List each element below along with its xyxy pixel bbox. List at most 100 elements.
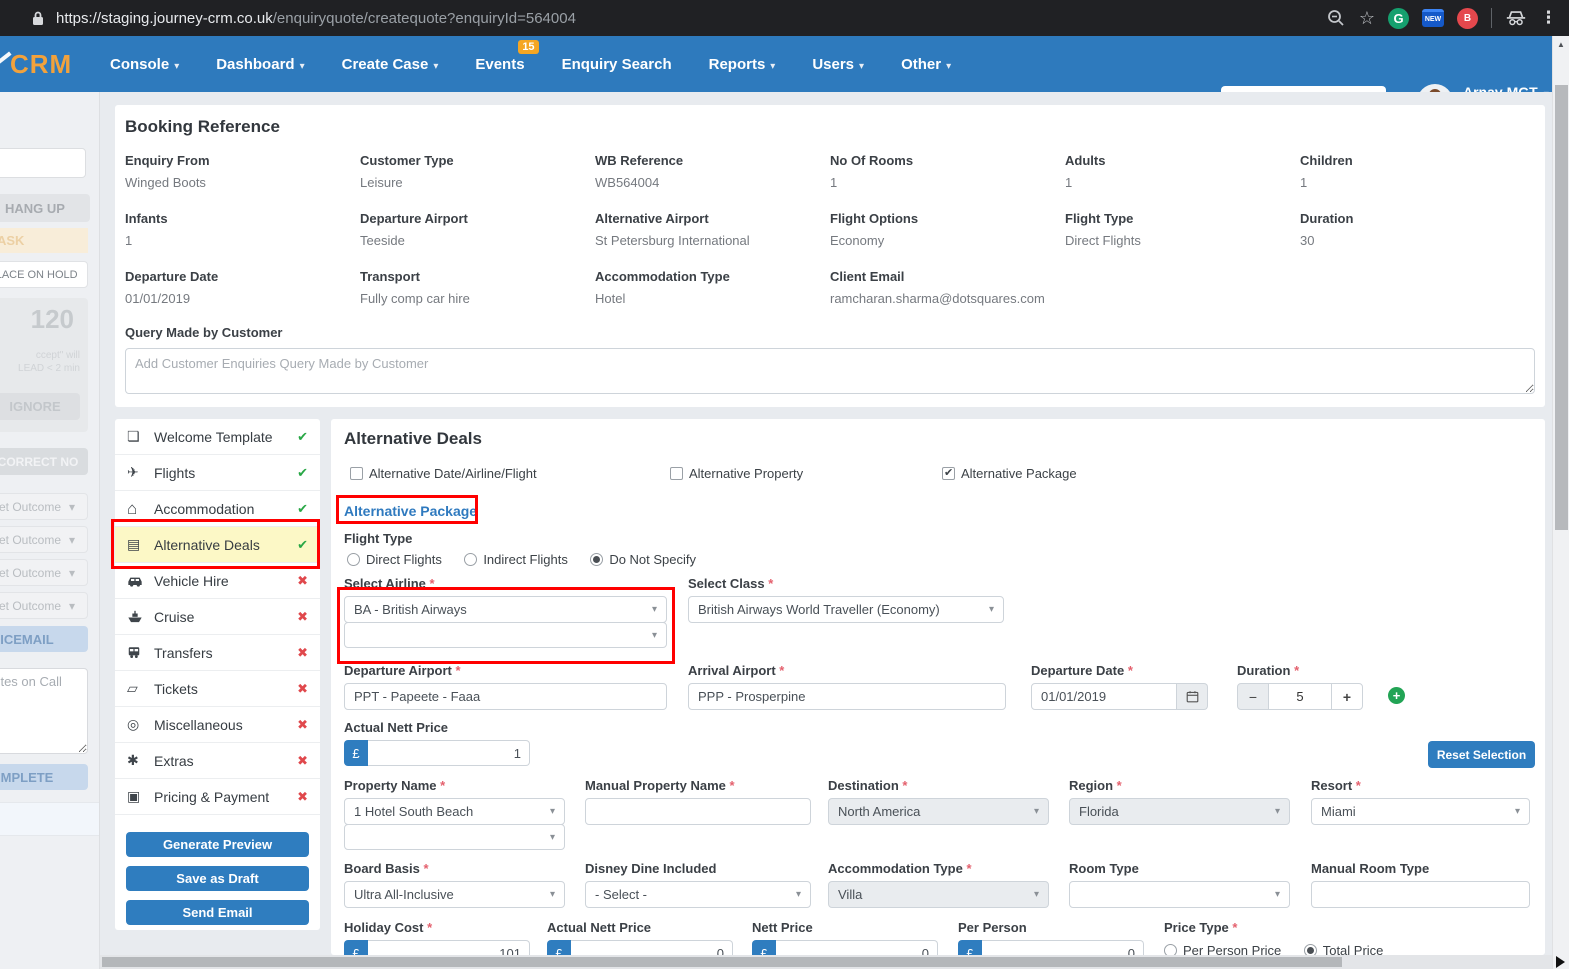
- radio-direct-flights[interactable]: [347, 553, 360, 566]
- nett-price-input[interactable]: [776, 940, 938, 955]
- save-as-draft-button[interactable]: Save as Draft: [126, 866, 309, 891]
- radio-total-price[interactable]: [1304, 944, 1317, 955]
- call-control-panel: HANG UP TASK PLACE ON HOLD 120 ccept" wi…: [0, 92, 100, 969]
- bookmark-star-icon[interactable]: ☆: [1359, 8, 1375, 29]
- chevron-down-icon: ▾: [1034, 889, 1039, 900]
- horizontal-scrollbar[interactable]: [100, 955, 1552, 969]
- manual-room-type-input[interactable]: [1311, 881, 1530, 908]
- property-name-select-secondary[interactable]: ▾: [344, 824, 565, 850]
- step-accommodation[interactable]: ⌂Accommodation✔: [115, 491, 320, 527]
- scroll-up-icon[interactable]: ▲: [1557, 40, 1565, 49]
- departure-date-input[interactable]: [1031, 683, 1177, 710]
- step-cruise[interactable]: Cruise✖: [115, 599, 320, 635]
- horizontal-scrollbar-thumb[interactable]: [102, 957, 1342, 967]
- nav-dashboard[interactable]: Dashboard▾: [216, 56, 304, 73]
- calendar-icon[interactable]: [1177, 683, 1208, 710]
- alt-date-airline-flight-option[interactable]: Alternative Date/Airline/Flight: [350, 465, 555, 483]
- step-miscellaneous[interactable]: ◎Miscellaneous✖: [115, 707, 320, 743]
- checkbox-icon[interactable]: [670, 467, 683, 480]
- complete-button[interactable]: MPLETE: [0, 764, 88, 790]
- address-bar[interactable]: https://staging.journey-crm.co.uk/enquir…: [56, 10, 576, 27]
- step-vehicle-hire[interactable]: Vehicle Hire✖: [115, 563, 320, 599]
- departure-airport-input[interactable]: [344, 683, 667, 710]
- nav-enquiry-search[interactable]: Enquiry Search: [562, 56, 672, 73]
- nav-events[interactable]: Events15: [475, 56, 524, 73]
- reset-selection-button[interactable]: Reset Selection: [1428, 741, 1535, 768]
- zoom-icon[interactable]: [1326, 8, 1346, 28]
- airline-select[interactable]: BA - British Airways▾: [344, 596, 667, 623]
- nav-reports[interactable]: Reports▾: [709, 56, 776, 73]
- plus-icon[interactable]: +: [1331, 683, 1363, 710]
- chevron-down-icon: ▾: [550, 806, 555, 817]
- step-extras[interactable]: ✱Extras✖: [115, 743, 320, 779]
- vertical-scrollbar[interactable]: ▲: [1552, 36, 1569, 969]
- class-select[interactable]: British Airways World Traveller (Economy…: [688, 596, 1004, 623]
- place-on-hold-button[interactable]: PLACE ON HOLD: [0, 261, 88, 288]
- incorrect-no-button[interactable]: INCORRECT NO: [0, 448, 88, 475]
- room-type-label: Room Type: [1069, 861, 1290, 876]
- disney-dine-select[interactable]: - Select -▾: [585, 881, 811, 908]
- radio-per-person-price[interactable]: [1164, 944, 1177, 955]
- new-extension-icon[interactable]: NEW: [1422, 9, 1444, 27]
- checkbox-icon[interactable]: [350, 467, 363, 480]
- arrival-airport-input[interactable]: [688, 683, 1006, 710]
- set-outcome-select-4[interactable]: Set Outcome▾: [0, 592, 88, 619]
- step-pricing-payment[interactable]: ▣Pricing & Payment✖: [115, 779, 320, 815]
- departure-airport-label: Departure Airport: [344, 663, 667, 678]
- voicemail-button[interactable]: ICEMAIL: [0, 626, 88, 652]
- ignore-button[interactable]: IGNORE: [0, 393, 80, 420]
- generate-preview-button[interactable]: Generate Preview: [126, 832, 309, 857]
- alt-property-option[interactable]: Alternative Property: [670, 465, 821, 483]
- checkbox-checked-icon[interactable]: [942, 467, 955, 480]
- nav-console[interactable]: Console▾: [110, 56, 179, 73]
- room-type-select[interactable]: ▾: [1069, 881, 1290, 908]
- step-transfers[interactable]: Transfers✖: [115, 635, 320, 671]
- holiday-cost-input[interactable]: [368, 940, 530, 955]
- actual-nett-price-2-input[interactable]: [571, 940, 733, 955]
- extension-b-icon[interactable]: B: [1457, 8, 1478, 29]
- phone-number-input[interactable]: [0, 148, 86, 178]
- call-history-row[interactable]: ): [0, 802, 100, 836]
- set-outcome-select-2[interactable]: Set Outcome▾: [0, 526, 88, 553]
- radio-do-not-specify[interactable]: [590, 553, 603, 566]
- per-person-input[interactable]: [982, 940, 1144, 955]
- check-icon: ✔: [297, 501, 308, 517]
- grammarly-extension-icon[interactable]: G: [1388, 8, 1409, 29]
- query-made-by-customer-textarea[interactable]: [125, 348, 1535, 394]
- accommodation-type-select[interactable]: Villa▾: [828, 881, 1049, 908]
- call-notes-textarea[interactable]: [0, 668, 88, 754]
- step-flights[interactable]: ✈Flights✔: [115, 455, 320, 491]
- hang-up-button[interactable]: HANG UP: [0, 194, 90, 222]
- browser-url-bar: https://staging.journey-crm.co.uk/enquir…: [0, 0, 1569, 36]
- minus-icon[interactable]: −: [1237, 683, 1269, 710]
- step-alternative-deals[interactable]: ▤Alternative Deals✔: [115, 527, 320, 563]
- alt-package-option[interactable]: Alternative Package: [942, 465, 1095, 483]
- step-tickets[interactable]: ▱Tickets✖: [115, 671, 320, 707]
- step-welcome-template[interactable]: ❏Welcome Template✔: [115, 419, 320, 455]
- send-email-button[interactable]: Send Email: [126, 900, 309, 925]
- booking-field: Alternative AirportSt Petersburg Interna…: [595, 211, 830, 248]
- browser-menu-icon[interactable]: ⋮: [1540, 8, 1557, 28]
- airline-select-secondary[interactable]: ▾: [344, 622, 667, 648]
- set-outcome-select-3[interactable]: Set Outcome▾: [0, 559, 88, 586]
- region-select[interactable]: Florida▾: [1069, 798, 1290, 825]
- actual-nett-price-2-label: Actual Nett Price: [547, 920, 733, 935]
- destination-select[interactable]: North America▾: [828, 798, 1049, 825]
- resort-select[interactable]: Miami▾: [1311, 798, 1530, 825]
- currency-pound-icon: £: [752, 940, 776, 955]
- board-basis-select[interactable]: Ultra All-Inclusive▾: [344, 881, 565, 908]
- manual-property-name-input[interactable]: [585, 798, 811, 825]
- nav-users[interactable]: Users▾: [812, 56, 864, 73]
- nav-other[interactable]: Other▾: [901, 56, 951, 73]
- region-label: Region: [1069, 778, 1290, 793]
- nav-create-case[interactable]: Create Case▾: [342, 56, 439, 73]
- property-name-select[interactable]: 1 Hotel South Beach▾: [344, 798, 565, 825]
- manual-property-name-label: Manual Property Name: [585, 778, 811, 793]
- set-outcome-select-1[interactable]: Set Outcome▾: [0, 493, 88, 520]
- app-logo[interactable]: CRM: [10, 49, 72, 80]
- vertical-scrollbar-thumb[interactable]: [1555, 85, 1568, 530]
- radio-indirect-flights[interactable]: [464, 553, 477, 566]
- select-class-label: Select Class: [688, 576, 1004, 591]
- actual-nett-price-input[interactable]: [368, 740, 530, 766]
- add-flight-icon[interactable]: +: [1388, 687, 1405, 704]
